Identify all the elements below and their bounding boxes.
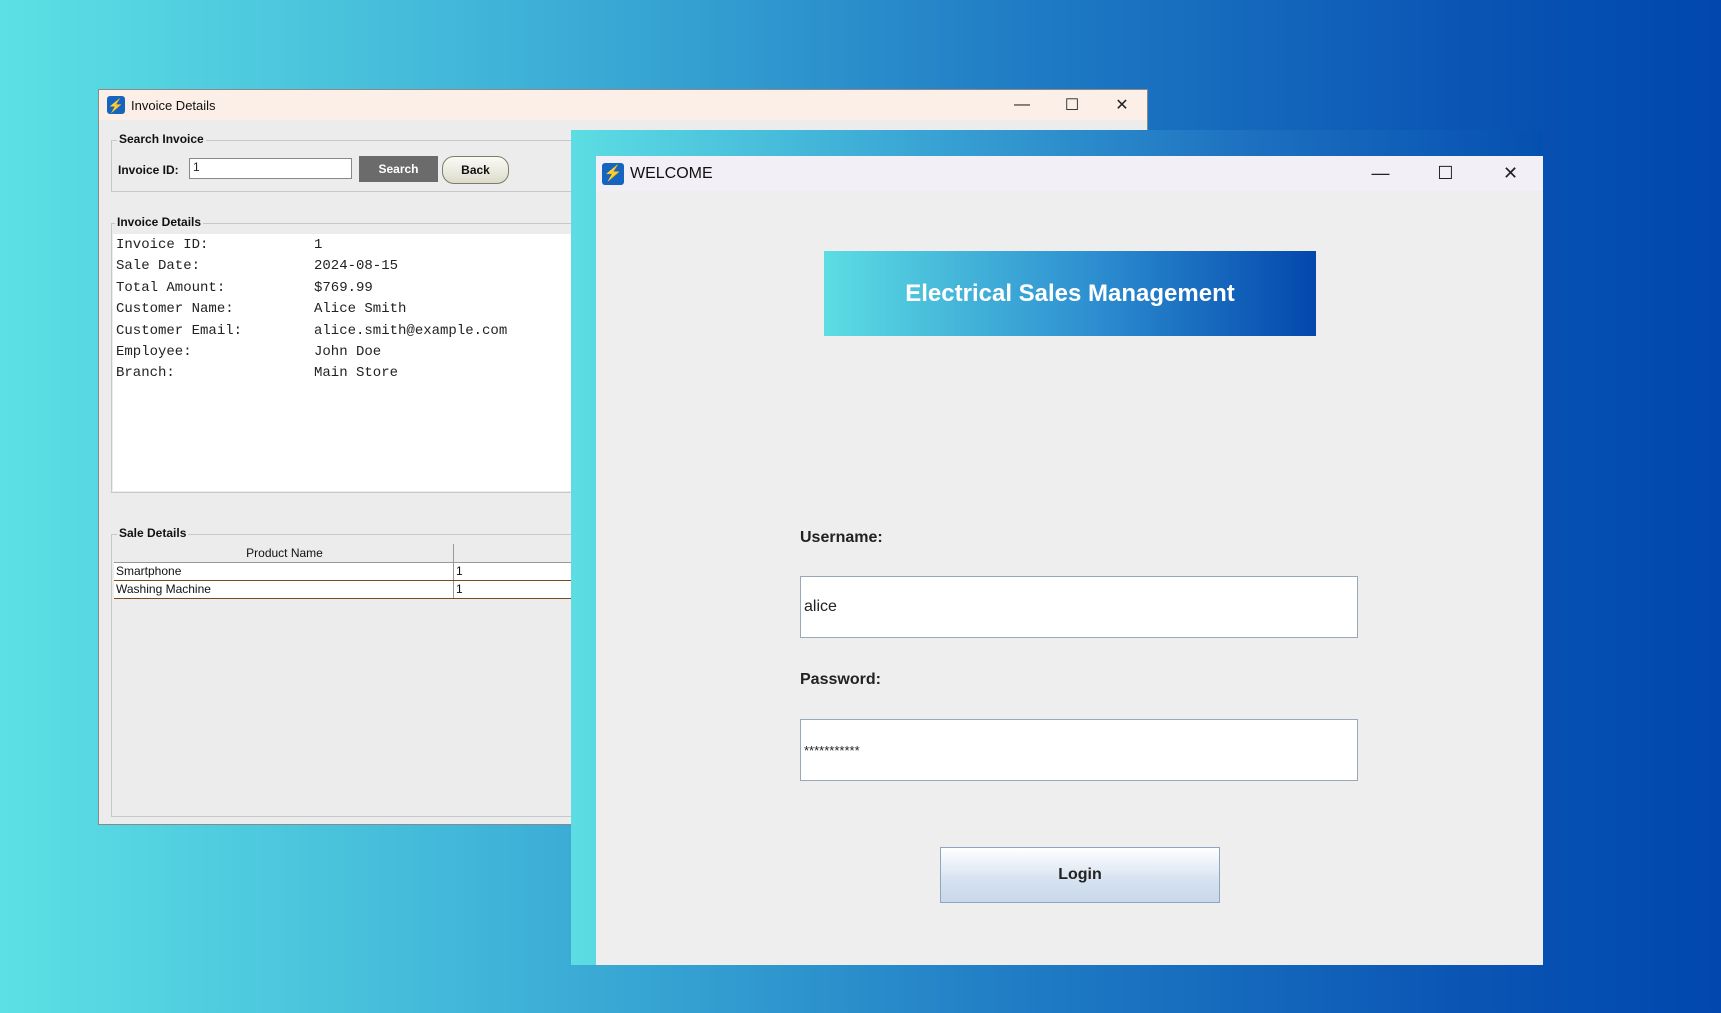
login-button[interactable]: Login — [940, 847, 1220, 903]
lightning-icon: ⚡ — [602, 162, 624, 185]
username-input[interactable]: alice — [800, 576, 1358, 638]
maximize-button[interactable]: ☐ — [1047, 90, 1097, 120]
maximize-button[interactable]: ☐ — [1413, 156, 1478, 191]
username-label: Username: — [800, 529, 883, 546]
search-invoice-legend: Search Invoice — [117, 132, 206, 146]
invoice-details-legend: Invoice Details — [115, 215, 204, 229]
window-title: WELCOME — [630, 164, 713, 182]
close-button[interactable]: ✕ — [1097, 90, 1147, 120]
welcome-titlebar: ⚡ WELCOME — ☐ ✕ — [596, 156, 1543, 191]
close-button[interactable]: ✕ — [1478, 156, 1543, 191]
window-title: Invoice Details — [131, 97, 216, 113]
app-banner: Electrical Sales Management — [824, 251, 1316, 336]
sale-details-legend: Sale Details — [117, 526, 189, 540]
minimize-button[interactable]: — — [997, 90, 1047, 120]
welcome-window: ⚡ WELCOME — ☐ ✕ Electrical Sales Managem… — [596, 156, 1543, 965]
back-button[interactable]: Back — [442, 156, 509, 184]
invoice-id-input[interactable]: 1 — [189, 158, 352, 179]
search-button[interactable]: Search — [359, 156, 438, 182]
password-label: Password: — [800, 671, 881, 688]
lightning-icon: ⚡ — [107, 96, 125, 114]
minimize-button[interactable]: — — [1348, 156, 1413, 191]
column-header-product[interactable]: Product Name — [114, 544, 454, 562]
cell-product: Smartphone — [114, 563, 454, 580]
password-input[interactable]: *********** — [800, 719, 1358, 781]
invoice-titlebar: ⚡ Invoice Details — ☐ ✕ — [99, 90, 1147, 120]
invoice-id-label: Invoice ID: — [118, 163, 179, 177]
cell-product: Washing Machine — [114, 581, 454, 598]
